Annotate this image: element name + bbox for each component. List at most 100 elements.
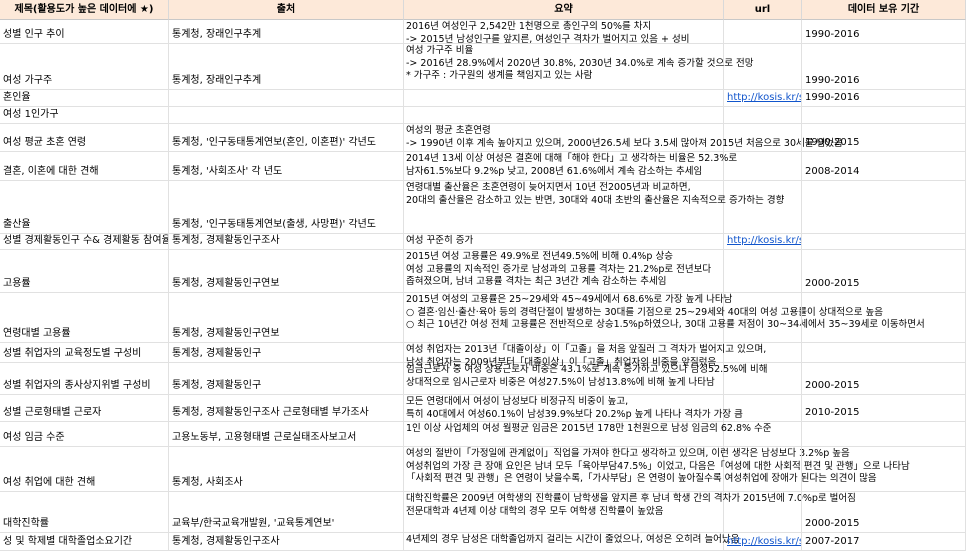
period-cell[interactable]: 1990-2016 [802,20,966,44]
source-cell[interactable]: 고용노동부, 고용형태별 근로실태조사보고서 [169,422,404,447]
source-cell[interactable]: 통계청, 경제활동인구조사 [169,533,404,551]
source-cell[interactable]: 통계청, 사회조사 [169,447,404,492]
period-cell[interactable] [802,343,966,363]
summary-text-block: 2016년 여성인구 2,542만 1천명으로 총인구의 50%를 차지 -> 2… [406,21,689,46]
period-cell[interactable]: 1990-2015 [802,124,966,152]
title-cell[interactable]: 성별 취업자의 종사상지위별 구성비 [0,363,169,395]
url-link[interactable] [724,395,802,422]
source-cell-text: 통계청, 경제활동인구조사 [172,536,280,547]
period-cell[interactable] [802,293,966,343]
period-cell[interactable] [802,107,966,124]
source-cell[interactable]: 통계청, 경제활동인구 [169,343,404,363]
summary-cell[interactable]: 임금근로자 중 여성 상용근로자 비중은 43.1%로 계속 증가하고 있으나 … [404,363,768,395]
source-cell[interactable]: 통계청, 경제활동인구연보 [169,293,404,343]
source-cell[interactable]: 통계청, 경제활동인구연보 [169,250,404,293]
period-cell[interactable] [802,234,966,250]
summary-cell[interactable] [404,107,724,124]
title-cell[interactable]: 여성 가구주 [0,44,169,90]
url-link[interactable]: http://kosis.kr/sta [724,234,802,250]
table-row: 결혼, 이혼에 대한 견해 통계청, '사회조사' 각 년도 2014년 13세 이… [0,152,966,181]
header-source[interactable]: 출처 [169,0,404,20]
period-cell[interactable]: 2000-2015 [802,492,966,533]
url-link[interactable] [724,447,802,492]
header-title[interactable]: 제목(활용도가 높은 데이터에 ★) [0,0,169,20]
url-link[interactable] [724,250,802,293]
summary-cell[interactable]: 2015년 여성 고용률은 49.9%로 전년49.5%에 비해 0.4%p 상… [404,250,724,293]
summary-cell[interactable]: 2015년 여성의 고용률은 25~29세와 45~49세에서 68.6%로 가… [404,293,925,343]
summary-cell[interactable]: 여성 취업자는 2013년「대졸이상」이「고졸」을 처음 앞질러 그 격차가 벌… [404,343,766,368]
title-cell[interactable]: 성별 경제활동인구 수& 경제활동 참여율 [0,234,169,250]
url-link[interactable]: http://kosis.kr/sta [724,533,802,551]
title-cell-text: 여성 취업에 대한 견해 [3,477,96,488]
summary-cell[interactable] [404,90,724,107]
title-cell[interactable]: 성별 취업자의 교육정도별 구성비 [0,343,169,363]
period-cell[interactable]: 2000-2015 [802,363,966,395]
summary-cell[interactable]: 4년제의 경우 남성은 대학졸업까지 걸리는 시간이 줄었으나, 여성은 오히려… [404,533,739,551]
url-link[interactable] [724,492,802,533]
source-cell[interactable]: 통계청, 장래인구추계 [169,44,404,90]
summary-cell[interactable]: 여성의 평균 초혼연령 -> 1990년 이후 계속 높아지고 있으며, 2000… [404,124,843,152]
period-cell[interactable]: 1990-2016 [802,90,966,107]
period-cell[interactable] [802,447,966,492]
title-cell[interactable]: 대학진학률 [0,492,169,533]
title-cell[interactable]: 여성 평균 초혼 연령 [0,124,169,152]
title-cell[interactable]: 여성 임금 수준 [0,422,169,447]
period-cell[interactable] [802,181,966,234]
url-link[interactable] [724,20,802,44]
url-link[interactable] [724,152,802,181]
url-link[interactable] [724,181,802,234]
summary-cell[interactable]: 모든 연령대에서 여성이 남성보다 비정규직 비중이 높고, 특히 40대에서 여… [404,395,743,422]
url-link[interactable] [724,124,802,152]
summary-cell[interactable]: 연령대별 출산율은 초혼연령이 늦어지면서 10년 전2005년과 비교하면, 2… [404,181,784,234]
url-link[interactable] [724,44,802,90]
title-cell[interactable]: 성별 인구 추이 [0,20,169,44]
summary-cell[interactable]: 여성의 절반이「가정일에 관계없이」직업을 가져야 한다고 생각하고 있으며, … [404,447,910,492]
source-cell[interactable]: 통계청, '사회조사' 각 년도 [169,152,404,181]
url-link[interactable] [724,293,802,343]
source-cell[interactable] [169,107,404,124]
period-cell[interactable]: 2010-2015 [802,395,966,422]
summary-cell[interactable]: 여성 꾸준히 증가 [404,234,724,250]
title-cell[interactable]: 혼인율 [0,90,169,107]
period-cell[interactable]: 2000-2015 [802,250,966,293]
period-cell[interactable]: 2007-2017 [802,533,966,551]
period-cell[interactable]: 1990-2016 [802,44,966,90]
summary-line: 임금근로자 중 여성 상용근로자 비중은 43.1%로 계속 증가하고 있으나 … [406,364,768,375]
source-cell[interactable] [169,90,404,107]
summary-cell[interactable]: 여성 가구주 비율 -> 2016년 28.9%에서 2020년 30.8%, 2… [404,44,754,90]
title-cell[interactable]: 연령대별 고용률 [0,293,169,343]
summary-cell[interactable]: 대학진학률은 2009년 여학생의 진학률이 남학생을 앞지른 후 남녀 학생 … [404,492,856,533]
url-link[interactable]: http://kosis.kr/sta [724,90,802,107]
period-cell[interactable]: 2008-2014 [802,152,966,181]
header-summary[interactable]: 요약 [404,0,724,20]
url-link[interactable] [724,343,802,363]
title-cell[interactable]: 출산율 [0,181,169,234]
source-cell[interactable]: 통계청, 장래인구추계 [169,20,404,44]
source-cell[interactable]: 통계청, 경제활동인구조사 근로형태별 부가조사 [169,395,404,422]
url-link[interactable] [724,422,802,447]
table-row: 성별 근로형태별 근로자 통계청, 경제활동인구조사 근로형태별 부가조사 모든 연… [0,395,966,422]
title-cell[interactable]: 여성 취업에 대한 견해 [0,447,169,492]
title-cell[interactable]: 성별 근로형태별 근로자 [0,395,169,422]
title-cell[interactable]: 고용률 [0,250,169,293]
url-link[interactable] [724,363,802,395]
source-cell[interactable]: 통계청, '인구동태통계연보(혼인, 이혼편)' 각년도 [169,124,404,152]
header-period[interactable]: 데이터 보유 기간 [802,0,966,20]
period-cell[interactable] [802,422,966,447]
header-url[interactable]: url [724,0,802,20]
summary-line: 상대적으로 임시근로자 비중은 여성27.5%이 남성13.8%에 비해 높게 … [406,376,715,388]
source-cell[interactable]: 교육부/한국교육개발원, '교육통계연보' [169,492,404,533]
summary-cell[interactable]: 2016년 여성인구 2,542만 1천명으로 총인구의 50%를 차지 -> 2… [404,20,724,46]
period-cell-text: 1990-2016 [805,29,860,40]
table-row: 여성 취업에 대한 견해 통계청, 사회조사 여성의 절반이「가정일에 관계없이」직… [0,447,966,492]
summary-cell[interactable]: 1인 이상 사업체의 여성 월평균 임금은 2015년 178만 1천원으로 남… [404,422,772,447]
title-cell-text: 성 및 학제별 대학졸업소요기간 [3,536,133,547]
summary-cell[interactable]: 2014년 13세 이상 여성은 결혼에 대해「해야 한다」고 생각하는 비율은… [404,152,737,181]
title-cell[interactable]: 여성 1인가구 [0,107,169,124]
url-link[interactable] [724,107,802,124]
title-cell[interactable]: 성 및 학제별 대학졸업소요기간 [0,533,169,551]
source-cell[interactable]: 통계청, '인구동태통계연보(출생, 사망편)' 각년도 [169,181,404,234]
title-cell[interactable]: 결혼, 이혼에 대한 견해 [0,152,169,181]
source-cell[interactable]: 통계청, 경제활동인구조사 [169,234,404,250]
source-cell[interactable]: 통계청, 경제활동인구 [169,363,404,395]
